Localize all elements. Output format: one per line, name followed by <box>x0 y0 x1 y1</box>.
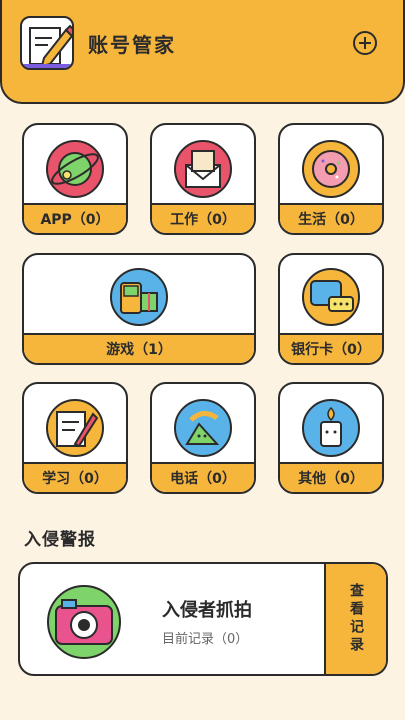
category-card-life[interactable]: 生活（0） <box>278 123 384 235</box>
candle-icon <box>302 399 360 457</box>
intruder-title: 入侵者抓拍 <box>162 600 252 621</box>
view-records-label: 查看记录 <box>348 583 364 655</box>
camera-icon <box>47 585 121 659</box>
donut-icon <box>302 140 360 198</box>
section-title-intruder: 入侵警报 <box>24 530 96 550</box>
chat-card-icon <box>302 268 360 326</box>
category-card-app[interactable]: APP（0） <box>22 123 128 235</box>
notebook-icon <box>46 399 104 457</box>
category-label: 学习（0） <box>24 462 126 492</box>
app-title: 账号管家 <box>88 33 176 57</box>
category-card-phone[interactable]: 电话（0） <box>150 382 256 494</box>
telephone-icon <box>174 399 232 457</box>
category-card-other[interactable]: 其他（0） <box>278 382 384 494</box>
planet-icon <box>46 140 104 198</box>
category-card-work[interactable]: 工作（0） <box>150 123 256 235</box>
plus-circle-icon <box>353 31 377 55</box>
add-account-button[interactable] <box>352 30 378 56</box>
app-logo-icon <box>20 16 74 70</box>
category-label: APP（0） <box>24 203 126 233</box>
intruder-card: 入侵者抓拍 目前记录（0） 查看记录 <box>18 562 388 676</box>
category-label: 其他（0） <box>280 462 382 492</box>
category-label: 生活（0） <box>280 203 382 233</box>
view-records-button[interactable]: 查看记录 <box>324 564 386 674</box>
category-label: 工作（0） <box>152 203 254 233</box>
gameboy-icon <box>110 268 168 326</box>
envelope-icon <box>174 140 232 198</box>
intruder-record-count: 目前记录（0） <box>162 632 249 647</box>
category-label: 银行卡（0） <box>280 333 382 363</box>
app-header: 账号管家 <box>0 0 405 104</box>
category-card-study[interactable]: 学习（0） <box>22 382 128 494</box>
category-label: 游戏（1） <box>24 333 254 363</box>
category-card-bankcard[interactable]: 银行卡（0） <box>278 253 384 365</box>
category-card-game[interactable]: 游戏（1） <box>22 253 256 365</box>
category-label: 电话（0） <box>152 462 254 492</box>
